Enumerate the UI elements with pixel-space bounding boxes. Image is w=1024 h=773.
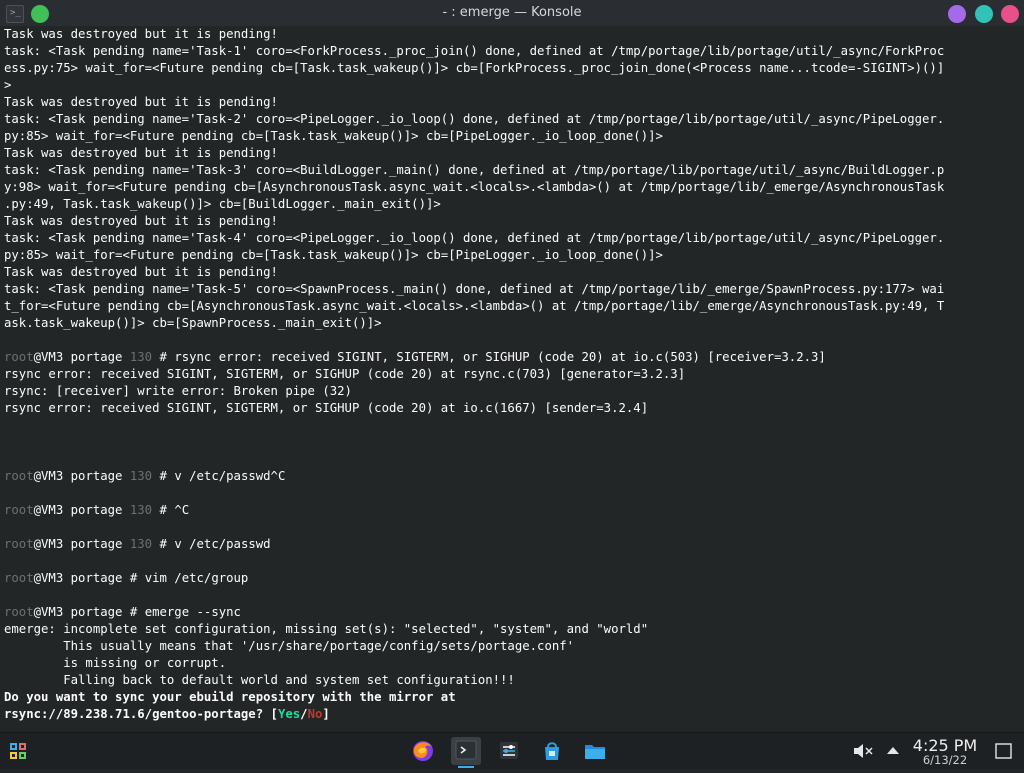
terminal-line: y:98> wait_for=<Future pending cb=[Async… (4, 180, 945, 194)
mirror-url: rsync://89.238.71.6/gentoo-portage (4, 707, 256, 721)
terminal-line: Task was destroyed but it is pending! (4, 95, 278, 109)
terminal-line: emerge: incomplete set configuration, mi… (4, 622, 649, 636)
prompt-user: root (4, 469, 34, 483)
prompt-user: root (4, 503, 34, 517)
command-text: ^C (174, 503, 190, 517)
prompt-symbol: # (159, 503, 167, 517)
terminal-line: task: <Task pending name='Task-2' coro=<… (4, 112, 945, 126)
terminal-line: task: <Task pending name='Task-4' coro=<… (4, 231, 945, 245)
terminal-line: Falling back to default world and system… (4, 673, 515, 687)
yes-option: Yes (277, 707, 301, 721)
system-settings-icon[interactable] (494, 737, 524, 765)
prompt-host: @VM3 portage (33, 571, 123, 585)
firefox-icon[interactable] (408, 737, 438, 765)
terminal-line: Task was destroyed but it is pending! (4, 265, 278, 279)
prompt-user: root (4, 537, 34, 551)
prompt-symbol: # (129, 605, 138, 619)
prompt-user: root (4, 571, 34, 585)
konsole-icon[interactable] (451, 737, 481, 768)
terminal-line: task: <Task pending name='Task-3' coro=<… (4, 163, 945, 177)
terminal-line: rsync error: received SIGINT, SIGTERM, o… (4, 401, 649, 415)
command-text: rsync error: received SIGINT, SIGTERM, o… (174, 350, 826, 364)
terminal-line: is missing or corrupt. (4, 656, 227, 670)
prompt-symbol: # (159, 469, 167, 483)
terminal-line: Task was destroyed but it is pending! (4, 214, 278, 228)
dolphin-files-icon[interactable] (580, 737, 610, 765)
minimize-button[interactable] (948, 5, 966, 23)
option-separator: / (300, 707, 308, 721)
terminal-line: rsync: [receiver] write error: Broken pi… (4, 384, 352, 398)
terminal-line: Task was destroyed but it is pending! (4, 146, 278, 160)
terminal-line: task: <Task pending name='Task-1' coro=<… (4, 44, 945, 58)
terminal-line: > (4, 78, 12, 92)
command-text: emerge --sync (144, 605, 241, 619)
prompt-host: @VM3 portage (33, 503, 123, 517)
terminal-line: ask.task_wakeup()]> cb=[SpawnProcess._ma… (4, 316, 382, 330)
prompt-exit-code: 130 (129, 469, 153, 483)
no-option: No (307, 707, 323, 721)
command-text: v /etc/passwd^C (174, 469, 286, 483)
prompt-symbol: # (159, 537, 167, 551)
discover-store-icon[interactable] (537, 737, 567, 765)
terminal-line: rsync error: received SIGINT, SIGTERM, o… (4, 367, 686, 381)
show-hidden-icon[interactable] (880, 733, 906, 769)
terminal-line: .py:49, Task.task_wakeup()]> cb=[BuildLo… (4, 197, 441, 211)
maximize-button[interactable] (975, 5, 993, 23)
prompt-exit-code: 130 (129, 350, 153, 364)
prompt-host: @VM3 portage (33, 350, 123, 364)
prompt-exit-code: 130 (129, 537, 153, 551)
app-launcher-icon[interactable] (4, 737, 34, 765)
prompt-host: @VM3 portage (33, 469, 123, 483)
taskbar: 4:25 PM 6/13/22 (0, 732, 1024, 769)
terminal-output[interactable]: Task was destroyed but it is pending! ta… (0, 26, 1024, 732)
prompt-exit-code: 130 (129, 503, 153, 517)
clock-date[interactable]: 6/13/22 (905, 753, 985, 767)
sync-question: Do you want to sync your ebuild reposito… (4, 690, 456, 704)
prompt-host: @VM3 portage (33, 605, 123, 619)
terminal-line: This usually means that '/usr/share/port… (4, 639, 575, 653)
prompt-host: @VM3 portage (33, 537, 123, 551)
terminal-line: t_for=<Future pending cb=[AsynchronousTa… (4, 299, 945, 313)
terminal-line: ess.py:75> wait_for=<Future pending cb=[… (4, 61, 945, 75)
command-text: v /etc/passwd (174, 537, 271, 551)
prompt-user: root (4, 350, 34, 364)
question-bracket-open: ? [ (255, 707, 278, 721)
prompt-symbol: # (129, 571, 138, 585)
command-text: vim /etc/group (144, 571, 249, 585)
window-title: - : emerge — Konsole (442, 5, 582, 20)
close-button[interactable] (1001, 5, 1019, 23)
terminal-line: py:85> wait_for=<Future pending cb=[Task… (4, 129, 663, 143)
terminal-line: py:85> wait_for=<Future pending cb=[Task… (4, 248, 663, 262)
window-titlebar[interactable]: >_ - : emerge — Konsole (0, 0, 1024, 27)
show-desktop-icon[interactable] (990, 733, 1018, 769)
question-bracket-close: ] (322, 707, 330, 721)
terminal-line: task: <Task pending name='Task-5' coro=<… (4, 282, 945, 296)
prompt-symbol: # (159, 350, 167, 364)
volume-muted-icon[interactable] (848, 733, 878, 769)
prompt-user: root (4, 605, 34, 619)
terminal-line: Task was destroyed but it is pending! (4, 27, 278, 41)
